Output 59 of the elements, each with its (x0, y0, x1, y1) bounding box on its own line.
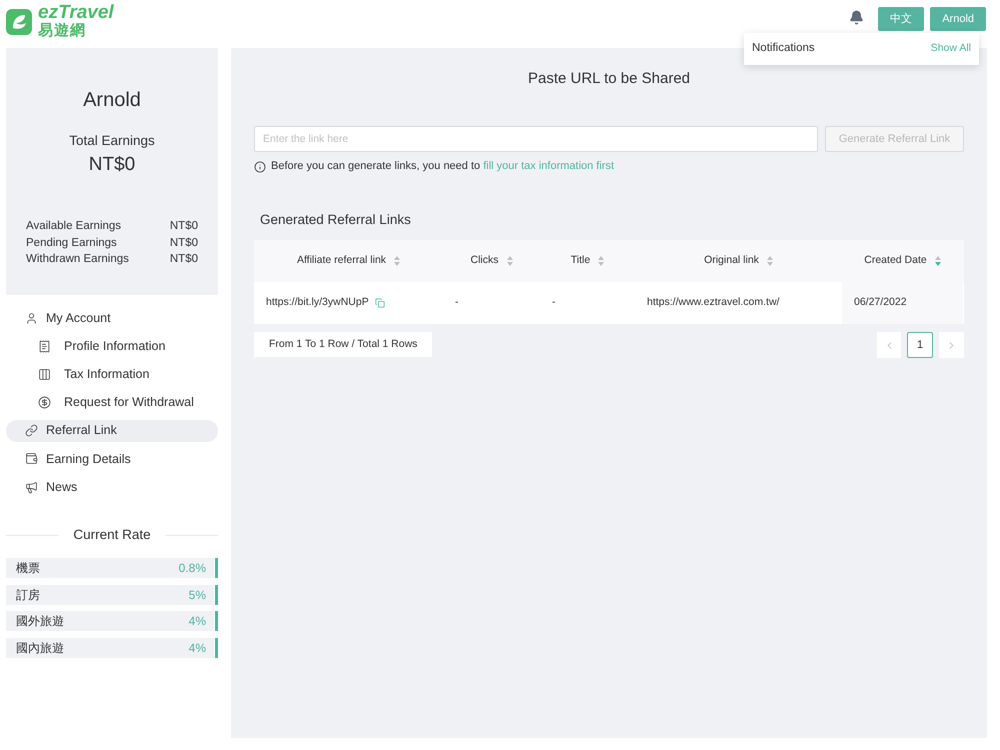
sidebar-item[interactable]: Referral Link (6, 420, 218, 442)
sidebar-item[interactable]: Tax Information (6, 363, 218, 386)
table-cell-text: https://www.eztravel.com.tw/ (646, 295, 780, 310)
column-header[interactable]: Created Date (842, 240, 963, 282)
rate-value: 4% (188, 613, 206, 630)
notice-text: Before you can generate links, you need to fill your tax information first (271, 159, 614, 174)
earnings-value: NT$0 (170, 252, 198, 267)
info-icon (254, 160, 266, 172)
sidebar-item[interactable]: Profile Information (6, 335, 218, 358)
rate-label: 訂房 (16, 586, 40, 604)
rate-bar (215, 638, 218, 658)
rate-label: 機票 (16, 560, 40, 578)
receipt-icon (38, 340, 51, 353)
earnings-value: NT$0 (170, 236, 198, 250)
table-cell-text: - (454, 295, 460, 310)
column-header[interactable]: Affiliate referral link (254, 240, 443, 282)
logo-icon (6, 8, 32, 34)
table-cell: 06/27/2022 (842, 282, 963, 324)
columns-icon (38, 368, 51, 381)
rate-bar (215, 611, 218, 632)
link-icon (25, 424, 38, 438)
page-button[interactable]: 1 (907, 332, 933, 358)
wallet-icon (25, 452, 38, 466)
rate-value: 5% (188, 586, 206, 604)
earnings-value: NT$0 (170, 219, 198, 234)
page-title: Paste URL to be Shared (528, 70, 690, 88)
sidebar-item[interactable]: My Account (6, 307, 218, 329)
sidebar-item[interactable]: Request for Withdrawal (6, 392, 218, 414)
rate-label: 國內旅遊 (16, 640, 64, 657)
notifications-title: Notifications (752, 41, 815, 56)
earnings-label: Available Earnings (26, 219, 122, 234)
section-title: Generated Referral Links (260, 211, 412, 229)
rate-bar (215, 558, 218, 578)
column-header[interactable]: Original link (635, 240, 842, 282)
notification-bell-icon[interactable] (849, 10, 864, 25)
rate-value: 4% (188, 640, 206, 657)
megaphone-icon (25, 480, 38, 494)
earnings-label: Pending Earnings (26, 236, 117, 250)
rate-bar (215, 584, 218, 605)
short-link[interactable]: https://bit.ly/3ywNUpP (266, 295, 369, 311)
total-earnings-value: NT$0 (88, 153, 136, 177)
column-header[interactable]: Clicks (443, 240, 540, 282)
earnings-label: Withdrawn Earnings (26, 252, 129, 267)
column-header[interactable]: Title (540, 240, 635, 282)
sidebar-item[interactable]: News (6, 476, 218, 498)
rate-value: 0.8% (178, 560, 206, 578)
table-cell-text: - (551, 295, 556, 310)
sidebar-item[interactable]: Earning Details (6, 448, 218, 470)
logo-wordmark: ezTravel (38, 4, 114, 22)
copy-icon[interactable] (374, 298, 385, 308)
current-rate-title: Current Rate (73, 526, 151, 544)
row-summary: From 1 To 1 Row / Total 1 Rows (254, 332, 432, 357)
rate-label: 國外旅遊 (16, 613, 64, 630)
logo-chinese-name: 易遊網 (38, 22, 87, 39)
user-icon (25, 312, 38, 324)
dollar-circle-icon (38, 396, 51, 410)
total-earnings-label: Total Earnings (69, 132, 155, 150)
url-input-field[interactable]: Enter the link here (254, 126, 818, 152)
user-name: Arnold (83, 88, 141, 112)
